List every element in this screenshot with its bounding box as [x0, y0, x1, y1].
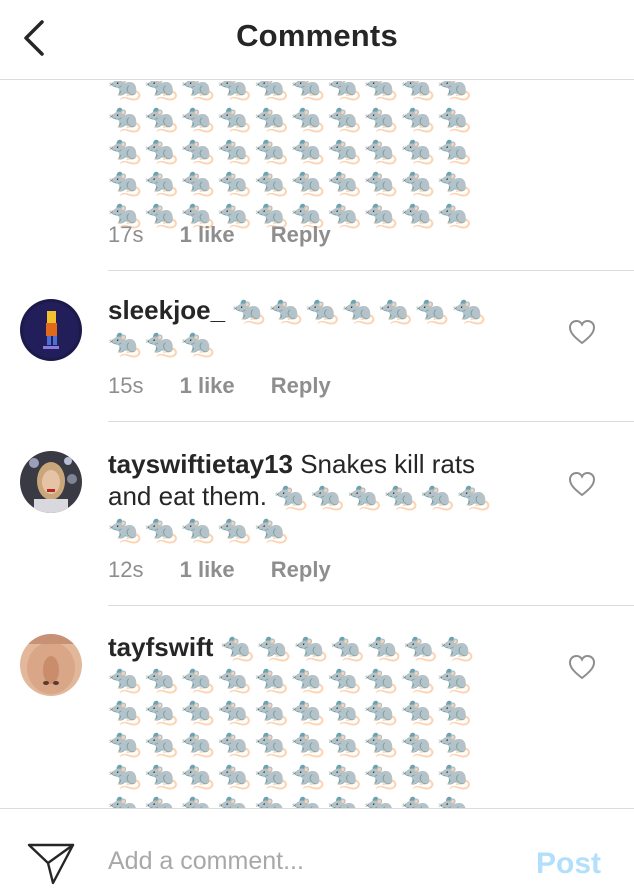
divider: [108, 270, 634, 271]
rat-emoji-line: 🐀🐀🐀: [108, 328, 218, 359]
comment-time: 15s: [108, 373, 144, 398]
comment-meta: 12s 1 like Reply: [108, 557, 361, 583]
reply-button[interactable]: Reply: [271, 557, 331, 582]
rat-emoji-line: 🐀🐀🐀🐀🐀🐀🐀🐀🐀🐀: [108, 135, 475, 166]
like-button[interactable]: [568, 654, 596, 680]
avatar[interactable]: [20, 451, 82, 513]
direct-share-button[interactable]: [26, 839, 76, 887]
avatar[interactable]: [20, 299, 82, 361]
rat-emoji-line: 🐀🐀🐀🐀🐀🐀🐀🐀🐀🐀: [108, 696, 475, 727]
comment-text: tayswiftietay13 Snakes kill rats and eat…: [108, 448, 528, 546]
avatar-image: [20, 299, 82, 361]
reply-button[interactable]: Reply: [271, 373, 331, 398]
comment-time: 17s: [108, 222, 144, 247]
comment-meta: 15s 1 like Reply: [108, 373, 361, 399]
likes-count-link[interactable]: 1 like: [180, 557, 235, 582]
comments-list[interactable]: 🐀🐀🐀🐀🐀🐀🐀🐀🐀🐀 🐀🐀🐀🐀🐀🐀🐀🐀🐀🐀 🐀🐀🐀🐀🐀🐀🐀🐀🐀🐀 🐀🐀🐀🐀🐀🐀🐀…: [0, 81, 634, 808]
rat-emoji-line: 🐀🐀🐀🐀🐀🐀: [274, 481, 494, 512]
rat-emoji-line: 🐀🐀🐀🐀🐀🐀🐀🐀🐀🐀: [108, 728, 475, 759]
comment-username[interactable]: tayfswift: [108, 632, 213, 662]
like-button[interactable]: [568, 471, 596, 497]
heart-outline-icon: [568, 471, 596, 497]
heart-outline-icon: [568, 654, 596, 680]
comment-meta: 17s 1 like Reply: [108, 222, 361, 248]
likes-count-link[interactable]: 1 like: [180, 222, 235, 247]
rat-emoji-line: 🐀🐀🐀🐀🐀: [108, 514, 292, 545]
heart-outline-icon: [568, 319, 596, 345]
likes-count-link[interactable]: 1 like: [180, 373, 235, 398]
comment-message: and eat them.: [108, 481, 267, 511]
page-title: Comments: [236, 18, 398, 53]
comment-composer: Post: [0, 808, 634, 895]
comment-input[interactable]: [108, 839, 508, 883]
post-button[interactable]: Post: [536, 847, 601, 881]
comment-message: Snakes kill rats: [300, 449, 476, 479]
like-button[interactable]: [568, 319, 596, 345]
rat-emoji-line: 🐀🐀🐀🐀🐀🐀🐀🐀🐀🐀: [108, 792, 475, 808]
comment-username[interactable]: tayswiftietay13: [108, 449, 293, 479]
comment-body-rats: 🐀🐀🐀🐀🐀🐀🐀🐀🐀🐀 🐀🐀🐀🐀🐀🐀🐀🐀🐀🐀 🐀🐀🐀🐀🐀🐀🐀🐀🐀🐀 🐀🐀🐀🐀🐀🐀🐀…: [108, 81, 474, 231]
divider: [108, 421, 634, 422]
rat-emoji-line: 🐀🐀🐀🐀🐀🐀🐀: [232, 295, 489, 326]
comment-text: tayfswift 🐀🐀🐀🐀🐀🐀🐀 🐀🐀🐀🐀🐀🐀🐀🐀🐀🐀 🐀🐀🐀🐀🐀🐀🐀🐀🐀🐀 …: [108, 631, 538, 808]
rat-emoji-line: 🐀🐀🐀🐀🐀🐀🐀🐀🐀🐀: [108, 760, 475, 791]
avatar-image: [20, 451, 82, 513]
reply-button[interactable]: Reply: [271, 222, 331, 247]
divider: [108, 605, 634, 606]
rat-emoji-line: 🐀🐀🐀🐀🐀🐀🐀🐀🐀🐀: [108, 664, 475, 695]
rat-emoji-line: 🐀🐀🐀🐀🐀🐀🐀🐀🐀🐀: [108, 167, 475, 198]
rat-emoji-line: 🐀🐀🐀🐀🐀🐀🐀🐀🐀🐀: [108, 81, 475, 102]
comment-time: 12s: [108, 557, 144, 582]
avatar[interactable]: [20, 634, 82, 696]
comment-text: sleekjoe_ 🐀🐀🐀🐀🐀🐀🐀 🐀🐀🐀: [108, 294, 528, 360]
rat-emoji-line: 🐀🐀🐀🐀🐀🐀🐀: [220, 632, 478, 663]
rat-emoji-line: 🐀🐀🐀🐀🐀🐀🐀🐀🐀🐀: [108, 103, 475, 134]
comment-username[interactable]: sleekjoe_: [108, 295, 225, 325]
header-bar: Comments: [0, 0, 634, 80]
avatar-image: [20, 634, 82, 696]
comment-body-rats: 🐀🐀🐀🐀🐀🐀🐀🐀🐀🐀 🐀🐀🐀🐀🐀🐀🐀🐀🐀🐀 🐀🐀🐀🐀🐀🐀🐀🐀🐀🐀 🐀🐀🐀🐀🐀🐀🐀…: [108, 664, 538, 808]
paper-plane-icon: [27, 843, 75, 885]
